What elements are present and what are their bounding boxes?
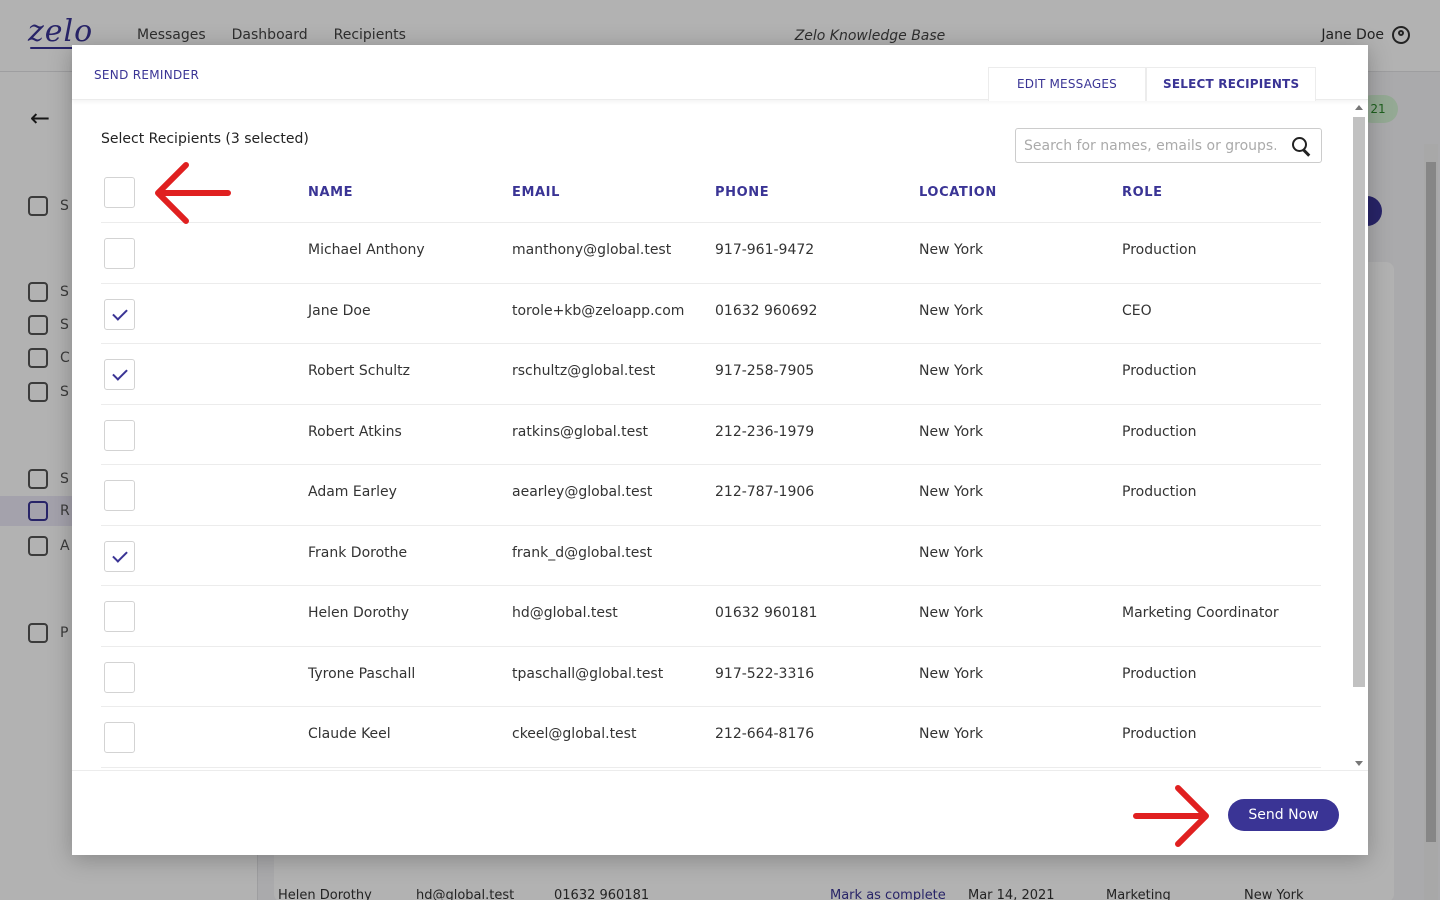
cell-name: Frank Dorothe bbox=[308, 544, 408, 561]
modal-body: Select Recipients (3 selected) Search fo… bbox=[72, 101, 1368, 770]
table-row[interactable]: Helen Dorothy hd@global.test 01632 960181 N… bbox=[101, 586, 1321, 647]
cell-email: rschultz@global.test bbox=[512, 363, 656, 379]
cell-name: Robert Atkins bbox=[308, 423, 402, 440]
cell-location: New York bbox=[919, 484, 984, 500]
modal-scrollbar[interactable] bbox=[1352, 101, 1366, 770]
cell-email: torole+kb@zeloapp.com bbox=[512, 302, 685, 319]
cell-location: New York bbox=[919, 363, 984, 379]
selected-count: Select Recipients (3 selected) bbox=[101, 131, 309, 147]
recipient-checkbox[interactable] bbox=[104, 480, 135, 511]
cell-phone: 01632 960181 bbox=[715, 605, 818, 621]
cell-phone: 212-664-8176 bbox=[715, 726, 815, 742]
table-row[interactable]: Robert Schultz rschultz@global.test 917-25… bbox=[101, 344, 1321, 405]
scroll-down-arrow[interactable] bbox=[1355, 761, 1363, 766]
cell-role: Production bbox=[1122, 726, 1197, 742]
table-row[interactable]: Claude Keel ckeel@global.test 212-664-8176… bbox=[101, 707, 1321, 768]
cell-location: New York bbox=[919, 605, 984, 621]
recipient-checkbox[interactable] bbox=[104, 359, 135, 390]
select-all-checkbox[interactable] bbox=[104, 177, 135, 208]
recipient-checkbox[interactable] bbox=[104, 601, 135, 632]
cell-email: tpaschall@global.test bbox=[512, 665, 664, 682]
search-field[interactable]: Search for names, emails or groups. bbox=[1015, 128, 1322, 163]
cell-name: Helen Dorothy bbox=[308, 605, 409, 621]
column-phone[interactable]: PHONE bbox=[715, 185, 769, 200]
annotation-arrow-right bbox=[1133, 785, 1209, 847]
cell-role: CEO bbox=[1122, 302, 1152, 319]
cell-phone: 917-522-3316 bbox=[715, 665, 815, 682]
table-row[interactable]: Michael Anthony manthony@global.test 917-9… bbox=[101, 223, 1321, 284]
cell-location: New York bbox=[919, 242, 984, 258]
cell-role: Production bbox=[1122, 484, 1197, 500]
cell-phone: 01632 960692 bbox=[715, 302, 818, 319]
scroll-up-arrow[interactable] bbox=[1355, 105, 1363, 110]
search-icon[interactable] bbox=[1292, 137, 1307, 152]
cell-name: Claude Keel bbox=[308, 726, 391, 742]
search-input[interactable]: Search for names, emails or groups. bbox=[1024, 138, 1276, 154]
cell-name: Jane Doe bbox=[308, 302, 371, 319]
recipient-checkbox[interactable] bbox=[104, 419, 135, 451]
cell-email: aearley@global.test bbox=[512, 484, 653, 500]
table-row[interactable]: Adam Earley aearley@global.test 212-787-19… bbox=[101, 465, 1321, 526]
modal-tabs: EDIT MESSAGES SELECT RECIPIENTS bbox=[988, 67, 1317, 101]
cell-role: Marketing Coordinator bbox=[1122, 605, 1279, 621]
cell-location: New York bbox=[919, 423, 984, 440]
tab-edit-messages[interactable]: EDIT MESSAGES bbox=[988, 67, 1146, 101]
cell-location: New York bbox=[919, 665, 984, 682]
cell-name: Michael Anthony bbox=[308, 242, 425, 258]
cell-phone: 917-258-7905 bbox=[715, 363, 815, 379]
cell-email: frank_d@global.test bbox=[512, 544, 653, 561]
table-row[interactable]: Robert Atkins ratkins@global.test 212-236-… bbox=[101, 405, 1321, 465]
modal-header: SEND REMINDER EDIT MESSAGES SELECT RECIP… bbox=[72, 45, 1368, 101]
column-name[interactable]: NAME bbox=[308, 185, 353, 200]
cell-role: Production bbox=[1122, 665, 1197, 682]
cell-location: New York bbox=[919, 726, 984, 742]
cell-location: New York bbox=[919, 302, 984, 319]
column-location[interactable]: LOCATION bbox=[919, 185, 997, 200]
column-email[interactable]: EMAIL bbox=[512, 185, 560, 200]
tab-select-recipients[interactable]: SELECT RECIPIENTS bbox=[1146, 67, 1317, 101]
cell-name: Adam Earley bbox=[308, 484, 397, 500]
cell-role: Production bbox=[1122, 242, 1197, 258]
recipient-checkbox[interactable] bbox=[104, 722, 135, 753]
cell-email: ckeel@global.test bbox=[512, 726, 637, 742]
table-row[interactable]: Jane Doe torole+kb@zeloapp.com 01632 96069… bbox=[101, 284, 1321, 344]
table-header: NAME EMAIL PHONE LOCATION ROLE bbox=[101, 173, 1321, 223]
cell-phone: 212-787-1906 bbox=[715, 484, 815, 500]
cell-role: Production bbox=[1122, 423, 1197, 440]
annotation-arrow-left bbox=[155, 162, 231, 224]
recipient-checkbox[interactable] bbox=[104, 238, 135, 269]
cell-email: ratkins@global.test bbox=[512, 423, 649, 440]
cell-email: hd@global.test bbox=[512, 605, 618, 621]
cell-name: Tyrone Paschall bbox=[308, 665, 416, 682]
cell-email: manthony@global.test bbox=[512, 242, 672, 258]
modal-title: SEND REMINDER bbox=[94, 68, 200, 82]
cell-name: Robert Schultz bbox=[308, 363, 410, 379]
cell-role: Production bbox=[1122, 363, 1197, 379]
cell-location: New York bbox=[919, 544, 984, 561]
recipient-checkbox[interactable] bbox=[104, 661, 135, 693]
modal-scrollbar-thumb[interactable] bbox=[1353, 117, 1365, 687]
recipients-table: NAME EMAIL PHONE LOCATION ROLE Michael A… bbox=[101, 173, 1321, 768]
send-now-button[interactable]: Send Now bbox=[1228, 799, 1339, 831]
recipient-checkbox[interactable] bbox=[104, 540, 135, 572]
cell-phone: 917-961-9472 bbox=[715, 242, 815, 258]
cell-phone: 212-236-1979 bbox=[715, 423, 815, 440]
table-row[interactable]: Frank Dorothe frank_d@global.test New York bbox=[101, 526, 1321, 586]
column-role[interactable]: ROLE bbox=[1122, 185, 1163, 200]
recipient-checkbox[interactable] bbox=[104, 298, 135, 330]
table-row[interactable]: Tyrone Paschall tpaschall@global.test 917-… bbox=[101, 647, 1321, 707]
send-reminder-modal: SEND REMINDER EDIT MESSAGES SELECT RECIP… bbox=[72, 45, 1368, 855]
